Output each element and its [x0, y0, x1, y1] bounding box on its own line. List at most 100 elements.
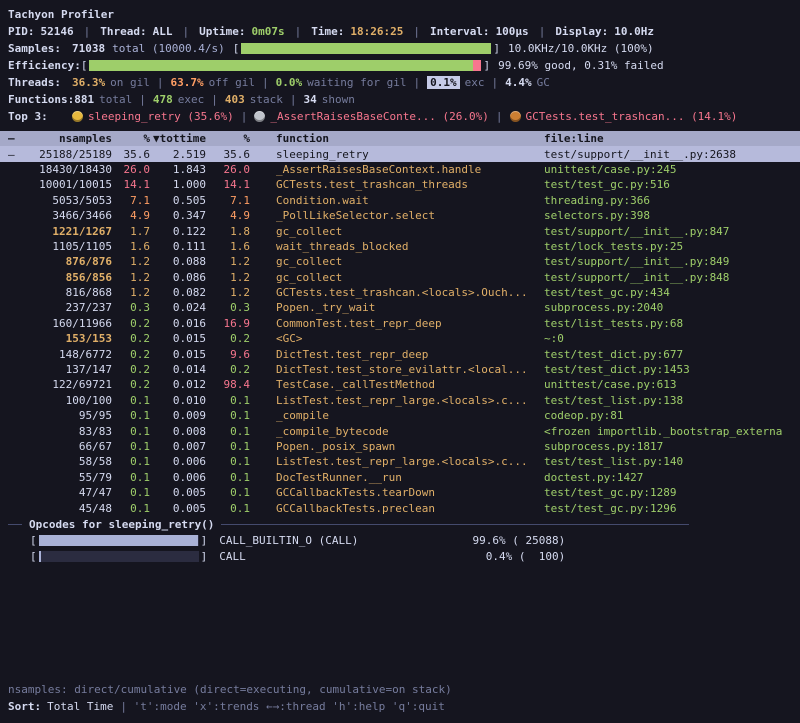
cell-tottime: 0.082 — [150, 286, 206, 299]
stat-label-uptime: Uptime: — [199, 25, 245, 38]
cell-tottime: 0.014 — [150, 363, 206, 376]
threads-label: Threads: — [8, 76, 72, 89]
row-marker: — — [8, 148, 24, 161]
cell-tottime: 0.008 — [150, 425, 206, 438]
samples-desc: total (10000.4/s) — [112, 42, 225, 55]
separator: | — [295, 25, 302, 38]
separator: | — [211, 93, 218, 106]
table-row[interactable]: 122/697210.20.01298.4TestCase._callTestM… — [0, 377, 800, 392]
functions-label: Functions: — [8, 93, 74, 106]
column-header-function[interactable]: function — [276, 132, 536, 145]
cell-file-line: <frozen importlib._bootstrap_externa — [544, 425, 792, 438]
cell-function: sleeping_retry — [276, 148, 536, 161]
cell-function: CommonTest.test_repr_deep — [276, 317, 536, 330]
cell-pct-cum: 9.6 — [206, 348, 250, 361]
cell-pct-cum: 0.2 — [206, 332, 250, 345]
cell-file-line: doctest.py:1427 — [544, 471, 792, 484]
cell-tottime: 0.015 — [150, 348, 206, 361]
column-header-pct-direct[interactable]: % — [112, 132, 150, 145]
table-row[interactable]: 66/670.10.0070.1Popen._posix_spawnsubpro… — [0, 439, 800, 454]
separator: | — [139, 93, 146, 106]
functions-value-shown: 34 — [303, 93, 316, 106]
table-row[interactable]: 160/119660.20.01616.9CommonTest.test_rep… — [0, 316, 800, 331]
table-row[interactable]: 237/2370.30.0240.3Popen._try_waitsubproc… — [0, 300, 800, 315]
cell-function: GCCallbackTests.preclean — [276, 502, 536, 515]
table-row[interactable]: 148/67720.20.0159.6DictTest.test_repr_de… — [0, 346, 800, 361]
cell-file-line: unittest/case.py:613 — [544, 378, 792, 391]
column-header-tottime[interactable]: ▼tottime — [150, 132, 206, 145]
cell-pct-cum: 14.1 — [206, 178, 250, 191]
cell-pct-direct: 1.7 — [112, 225, 150, 238]
table-row[interactable]: 153/1530.20.0150.2<GC>~:0 — [0, 331, 800, 346]
cell-file-line: ~:0 — [544, 332, 792, 345]
table-row[interactable]: 10001/1001514.11.00014.1GCTests.test_tra… — [0, 177, 800, 192]
cell-pct-direct: 0.2 — [112, 378, 150, 391]
key-hints: | 't':mode 'x':trends ←→:thread 'h':help… — [120, 700, 445, 713]
top-function-3: GCTests.test_trashcan... (14.1%) — [526, 110, 738, 123]
threads-value-gc: 4.4% — [505, 76, 532, 89]
cell-function: _AssertRaisesBaseContext.handle — [276, 163, 536, 176]
table-row[interactable]: 83/830.10.0080.1_compile_bytecode<frozen… — [0, 423, 800, 438]
cell-pct-cum: 1.8 — [206, 225, 250, 238]
cell-nsamples: 25188/25189 — [24, 148, 112, 161]
cell-pct-direct: 0.2 — [112, 332, 150, 345]
cell-function: GCTests.test_trashcan_threads — [276, 178, 536, 191]
cell-file-line: threading.py:366 — [544, 194, 792, 207]
threads-value-off-gil: 63.7% — [171, 76, 204, 89]
table-row[interactable]: 876/8761.20.0881.2gc_collecttest/support… — [0, 254, 800, 269]
column-header-pct-cum[interactable]: % — [206, 132, 250, 145]
table-row[interactable]: 137/1470.20.0140.2DictTest.test_store_ev… — [0, 362, 800, 377]
table-row[interactable]: 45/480.10.0050.1GCCallbackTests.preclean… — [0, 500, 800, 515]
table-row[interactable]: 95/950.10.0090.1_compilecodeop.py:81 — [0, 408, 800, 423]
column-header-file-line[interactable]: file:line — [544, 132, 792, 145]
cell-nsamples: 876/876 — [24, 255, 112, 268]
cell-nsamples: 237/237 — [24, 301, 112, 314]
cell-file-line: codeop.py:81 — [544, 409, 792, 422]
cell-file-line: subprocess.py:1817 — [544, 440, 792, 453]
footer-help: nsamples: direct/cumulative (direct=exec… — [0, 681, 800, 698]
table-row[interactable]: 47/470.10.0050.1GCCallbackTests.tearDown… — [0, 485, 800, 500]
cell-nsamples: 153/153 — [24, 332, 112, 345]
column-header-nsamples[interactable]: nsamples — [24, 132, 112, 145]
cell-pct-cum: 1.2 — [206, 271, 250, 284]
cell-file-line: test/test_gc.py:516 — [544, 178, 792, 191]
top3-label: Top 3: — [8, 110, 72, 123]
gold-medal-icon — [72, 111, 83, 122]
table-row[interactable]: —25188/2518935.62.51935.6sleeping_retryt… — [0, 146, 800, 161]
cell-tottime: 0.005 — [150, 486, 206, 499]
cell-tottime: 0.347 — [150, 209, 206, 222]
opcode-bar — [30, 534, 207, 547]
cell-tottime: 0.015 — [150, 332, 206, 345]
table-row[interactable]: 816/8681.20.0821.2GCTests.test_trashcan.… — [0, 285, 800, 300]
table-row[interactable]: 100/1000.10.0100.1ListTest.test_repr_lar… — [0, 393, 800, 408]
threads-segments: 36.3%on gil|63.7%off gil|0.0%waiting for… — [72, 76, 550, 89]
cell-pct-direct: 1.2 — [112, 271, 150, 284]
table-row[interactable]: 1105/11051.60.1111.6wait_threads_blocked… — [0, 239, 800, 254]
opcode-row: CALL_BUILTIN_O (CALL)99.6% ( 25088) — [0, 533, 800, 549]
separator: | — [262, 76, 269, 89]
divider-line-right — [221, 524, 689, 525]
cell-tottime: 0.009 — [150, 409, 206, 422]
cell-file-line: test/test_gc.py:1296 — [544, 502, 792, 515]
cell-pct-direct: 0.1 — [112, 425, 150, 438]
separator: | — [539, 25, 546, 38]
cell-pct-cum: 0.1 — [206, 394, 250, 407]
cell-nsamples: 137/147 — [24, 363, 112, 376]
functions-value-stack: 403 — [225, 93, 245, 106]
stat-label-time: Time: — [311, 25, 344, 38]
table-row[interactable]: 18430/1843026.01.84326.0_AssertRaisesBas… — [0, 162, 800, 177]
cell-function: _compile — [276, 409, 536, 422]
cell-pct-cum: 0.1 — [206, 471, 250, 484]
cell-file-line: test/support/__init__.py:849 — [544, 255, 792, 268]
table-row[interactable]: 3466/34664.90.3474.9_PollLikeSelector.se… — [0, 208, 800, 223]
table-row[interactable]: 58/580.10.0060.1ListTest.test_repr_large… — [0, 454, 800, 469]
threads-value-exc: 0.1% — [427, 76, 460, 89]
table-row[interactable]: 5053/50537.10.5057.1Condition.waitthread… — [0, 193, 800, 208]
table-row[interactable]: 856/8561.20.0861.2gc_collecttest/support… — [0, 270, 800, 285]
profiler-screen: Tachyon Profiler PID:52146|Thread:ALL|Up… — [0, 0, 800, 723]
cell-pct-cum: 35.6 — [206, 148, 250, 161]
table-row[interactable]: 1221/12671.70.1221.8gc_collecttest/suppo… — [0, 223, 800, 238]
table-row[interactable]: 55/790.10.0060.1DocTestRunner.__rundocte… — [0, 470, 800, 485]
cell-tottime: 0.005 — [150, 502, 206, 515]
cell-pct-cum: 26.0 — [206, 163, 250, 176]
